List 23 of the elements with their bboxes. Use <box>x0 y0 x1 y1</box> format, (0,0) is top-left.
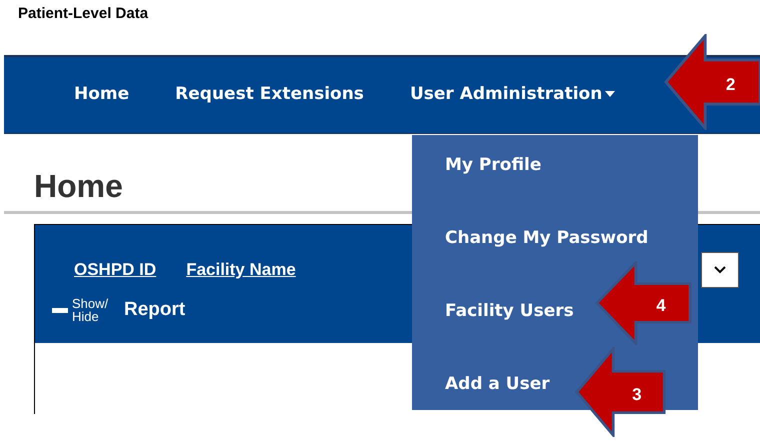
nav-link[interactable]: Home <box>74 80 130 110</box>
step-number: 4 <box>656 296 666 316</box>
chevron-down-icon <box>714 266 726 274</box>
page-heading: Home <box>34 167 123 206</box>
arrow-icon <box>575 347 666 437</box>
select-field[interactable] <box>701 252 739 288</box>
menu-item[interactable]: Facility Users <box>445 298 574 324</box>
show-hide-toggle[interactable]: Show/ Hide <box>72 297 124 323</box>
nav-dropdown[interactable]: User Administration <box>410 80 616 110</box>
step-number: 2 <box>726 74 736 95</box>
arrow-icon <box>595 261 692 345</box>
caret-icon <box>605 91 616 97</box>
column-sort-link[interactable]: OSHPD ID <box>74 260 156 280</box>
menu-item[interactable]: My Profile <box>445 152 542 178</box>
arrow-icon <box>664 34 760 130</box>
menu-item[interactable]: Change My Password <box>445 225 648 251</box>
column-header: Report <box>124 299 186 321</box>
nav-link[interactable]: Request Extensions <box>175 80 364 110</box>
menu-item[interactable]: Add a User <box>445 371 550 397</box>
step-number: 3 <box>632 384 642 405</box>
minus-icon[interactable] <box>52 308 68 312</box>
column-sort-link[interactable]: Facility Name <box>186 260 296 280</box>
page-title: Patient-Level Data <box>18 5 148 22</box>
